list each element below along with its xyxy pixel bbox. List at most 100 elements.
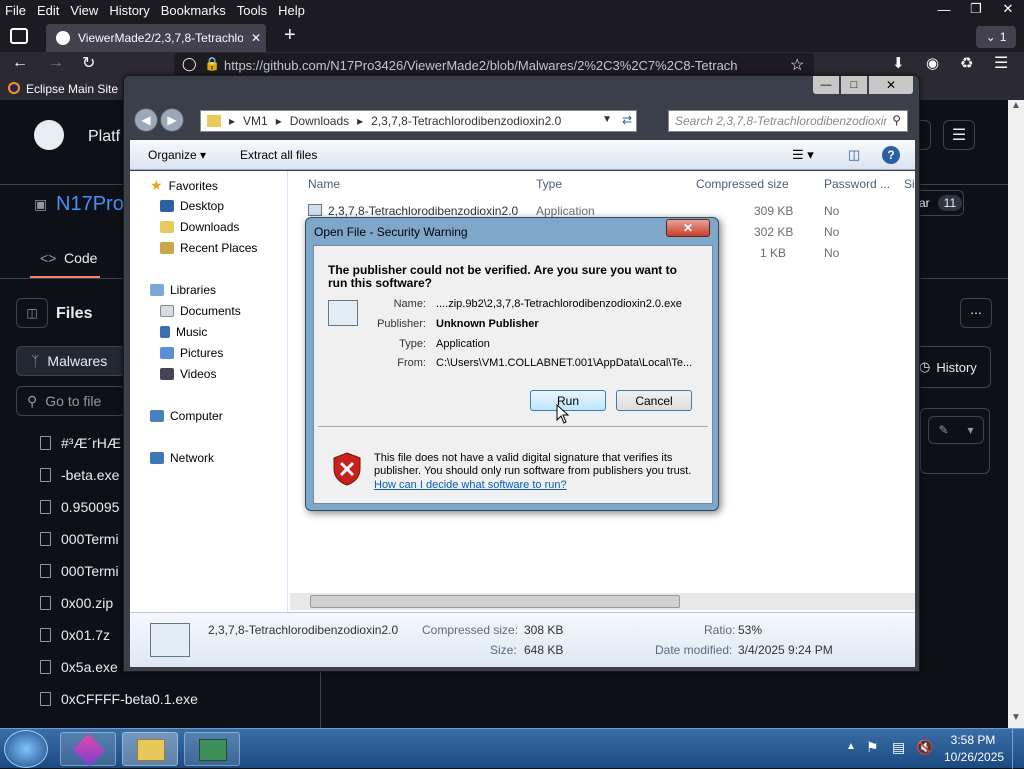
tab-overview-icon[interactable] (10, 28, 28, 44)
restore-icon[interactable]: ❐ (960, 0, 992, 18)
file-item[interactable]: 000Termi (40, 531, 119, 547)
taskbar-app-1[interactable] (60, 732, 116, 767)
forward-icon[interactable]: → (48, 54, 64, 72)
branch-selector[interactable]: Malwares (47, 353, 107, 369)
bookmark-eclipse[interactable]: Eclipse Main Site (26, 82, 118, 96)
help-icon[interactable]: ? (882, 146, 900, 164)
explorer-minimize-icon[interactable]: — (813, 76, 839, 94)
col-name[interactable]: Name (308, 177, 340, 191)
address-bar[interactable]: ▸ VM1 ▸ Downloads ▸ 2,3,7,8-Tetrachlorodibe… (200, 110, 637, 132)
nav-documents[interactable]: Documents (180, 304, 241, 318)
file-item[interactable]: 0x01.7z (40, 627, 110, 643)
col-size[interactable]: Si (904, 177, 915, 191)
address-dropdown-icon[interactable]: ▼ (602, 114, 612, 125)
minimize-icon[interactable]: — (928, 0, 960, 18)
star-label[interactable]: ar (919, 196, 930, 210)
page-scrollbar[interactable]: ▲ ▼ (1008, 100, 1024, 728)
reload-icon[interactable]: ↻ (82, 53, 95, 73)
hamburger-menu-icon[interactable]: ☰ (994, 53, 1008, 73)
menu-file[interactable]: File (0, 3, 32, 18)
tab-code[interactable]: Code (64, 250, 97, 266)
back-icon[interactable]: ← (12, 54, 28, 72)
tab-close-icon[interactable]: ✕ (251, 31, 261, 45)
url-text[interactable]: https://github.com/N17Pro3426/ViewerMade… (224, 58, 738, 73)
menu-help[interactable]: Help (273, 3, 311, 18)
history-button[interactable]: History (936, 360, 976, 375)
edit-pencil-icon[interactable]: ✎ (938, 423, 948, 437)
more-options-icon[interactable]: ⋯ (960, 298, 992, 328)
extract-all-button[interactable]: Extract all files (240, 148, 317, 162)
col-compressed-size[interactable]: Compressed size (696, 177, 789, 191)
search-icon[interactable]: ⚲ (892, 113, 901, 127)
breadcrumb-downloads[interactable]: Downloads (290, 114, 349, 128)
view-options-icon[interactable]: ☰ ▾ (792, 147, 814, 163)
flag-icon[interactable]: ⚑ (866, 739, 879, 756)
explorer-search-input[interactable]: Search 2,3,7,8-Tetrachlorodibenzodioxin.… (675, 114, 887, 128)
file-item[interactable]: 0x00.zip (40, 595, 113, 611)
nav-recent[interactable]: Recent Places (180, 241, 257, 255)
nav-libraries[interactable]: Libraries (170, 283, 216, 297)
repo-owner-link[interactable]: N17Pro (56, 193, 124, 216)
cancel-button[interactable]: Cancel (616, 390, 692, 411)
menu-tools[interactable]: Tools (232, 3, 273, 18)
show-hidden-icons[interactable]: ▲ (846, 741, 856, 752)
menu-view[interactable]: View (65, 3, 104, 18)
col-type[interactable]: Type (536, 177, 562, 191)
download-icon[interactable]: ⬇ (892, 54, 905, 72)
breadcrumb-vm1[interactable]: VM1 (243, 114, 268, 128)
refresh-icon[interactable]: ⇄ (622, 113, 632, 127)
nav-videos[interactable]: Videos (180, 367, 216, 381)
explorer-search[interactable]: Search 2,3,7,8-Tetrachlorodibenzodioxin.… (668, 110, 908, 132)
nav-favorites[interactable]: Favorites (169, 179, 218, 193)
preview-pane-icon[interactable]: ◫ (848, 147, 860, 163)
bookmark-star-icon[interactable]: ☆ (790, 55, 804, 75)
dialog-close-icon[interactable]: ✕ (666, 219, 710, 237)
clock-time[interactable]: 3:58 PM (950, 733, 996, 747)
clock-date[interactable]: 10/26/2025 (944, 750, 1004, 764)
menu-history[interactable]: History (104, 3, 155, 18)
extensions-icon[interactable]: ♻ (960, 54, 973, 72)
volume-muted-icon[interactable]: 🔇 (916, 739, 933, 756)
organize-button[interactable]: Organize ▾ (148, 148, 206, 162)
sidebar-collapse-icon[interactable]: ◫ (16, 298, 48, 328)
horizontal-scrollbar[interactable] (290, 593, 915, 610)
explorer-forward-icon[interactable]: ▶ (160, 108, 184, 132)
file-item[interactable]: 0.950095 (40, 499, 119, 515)
go-to-file-input[interactable]: Go to file (45, 393, 101, 409)
help-link[interactable]: How can I decide what software to run? (374, 479, 567, 491)
file-item[interactable]: 000Termi (40, 563, 119, 579)
filter-icon[interactable]: ☰ (943, 120, 975, 150)
nav-computer[interactable]: Computer (170, 409, 223, 423)
platform-menu[interactable]: Platf (88, 128, 120, 146)
lock-icon[interactable]: 🔒 (204, 56, 220, 72)
file-item[interactable]: #³Æ´rHÆ (40, 435, 121, 451)
file-item[interactable]: 0x5a.exe (40, 659, 118, 675)
nav-downloads[interactable]: Downloads (180, 220, 239, 234)
chevron-down-icon[interactable]: ⌄ (986, 30, 996, 44)
file-item[interactable]: -beta.exe (40, 467, 119, 483)
edit-dropdown-icon[interactable]: ▾ (967, 423, 973, 437)
nav-network[interactable]: Network (170, 451, 214, 465)
explorer-back-icon[interactable]: ◀ (134, 108, 158, 132)
nav-desktop[interactable]: Desktop (180, 199, 224, 213)
col-password[interactable]: Password ... (824, 177, 890, 191)
start-button-icon[interactable] (4, 730, 48, 768)
new-tab-icon[interactable]: + (284, 24, 296, 47)
network-tray-icon[interactable]: ▤ (892, 739, 905, 756)
github-logo-icon[interactable] (34, 120, 64, 150)
tab-count[interactable]: 1 (1000, 30, 1007, 44)
account-icon[interactable]: ◉ (926, 54, 939, 72)
nav-music[interactable]: Music (176, 325, 207, 339)
active-tab[interactable]: ViewerMade2/2,3,7,8-Tetrachlor ✕ (46, 24, 266, 52)
shield-icon[interactable]: ◯ (182, 56, 197, 72)
url-bar[interactable]: ◯ 🔒 https://github.com/N17Pro3426/Viewer… (174, 53, 814, 77)
close-icon[interactable]: ✕ (992, 0, 1024, 18)
nav-pictures[interactable]: Pictures (180, 346, 223, 360)
menu-edit[interactable]: Edit (32, 3, 65, 18)
taskbar-explorer[interactable] (122, 732, 178, 766)
show-desktop-button[interactable] (1012, 729, 1024, 769)
breadcrumb-archive[interactable]: 2,3,7,8-Tetrachlorodibenzodioxin2.0 (371, 114, 561, 128)
file-item[interactable]: 0xCFFFF-beta0.1.exe (40, 691, 198, 707)
explorer-maximize-icon[interactable]: □ (841, 76, 867, 94)
taskbar-app-3[interactable] (184, 732, 240, 766)
